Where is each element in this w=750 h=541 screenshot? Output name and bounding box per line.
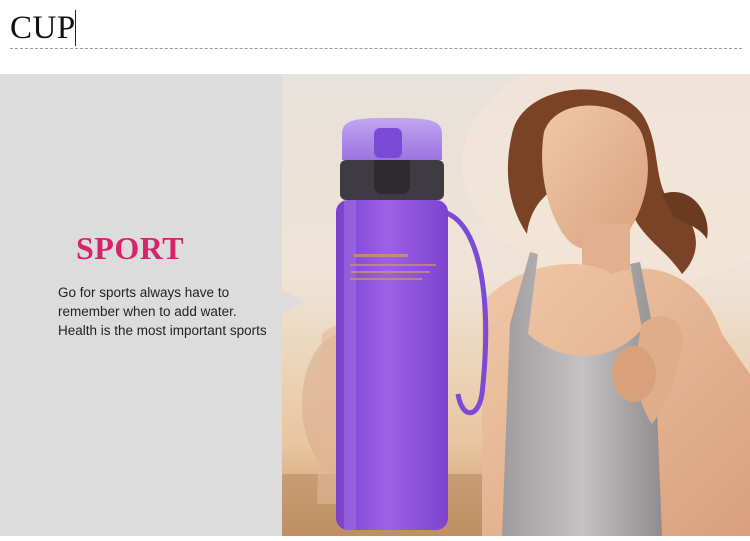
header: CUP [0,0,750,62]
feature-title: SPORT [76,230,185,266]
feature-description: Go for sports always have to remember wh… [58,285,267,338]
bottom-margin [0,536,750,541]
header-dashed-rule [10,48,742,49]
header-title: CUP [10,10,76,46]
panel-pointer [282,290,304,314]
header-divider [75,10,76,46]
product-photo [282,74,750,536]
product-illustration [282,74,750,536]
